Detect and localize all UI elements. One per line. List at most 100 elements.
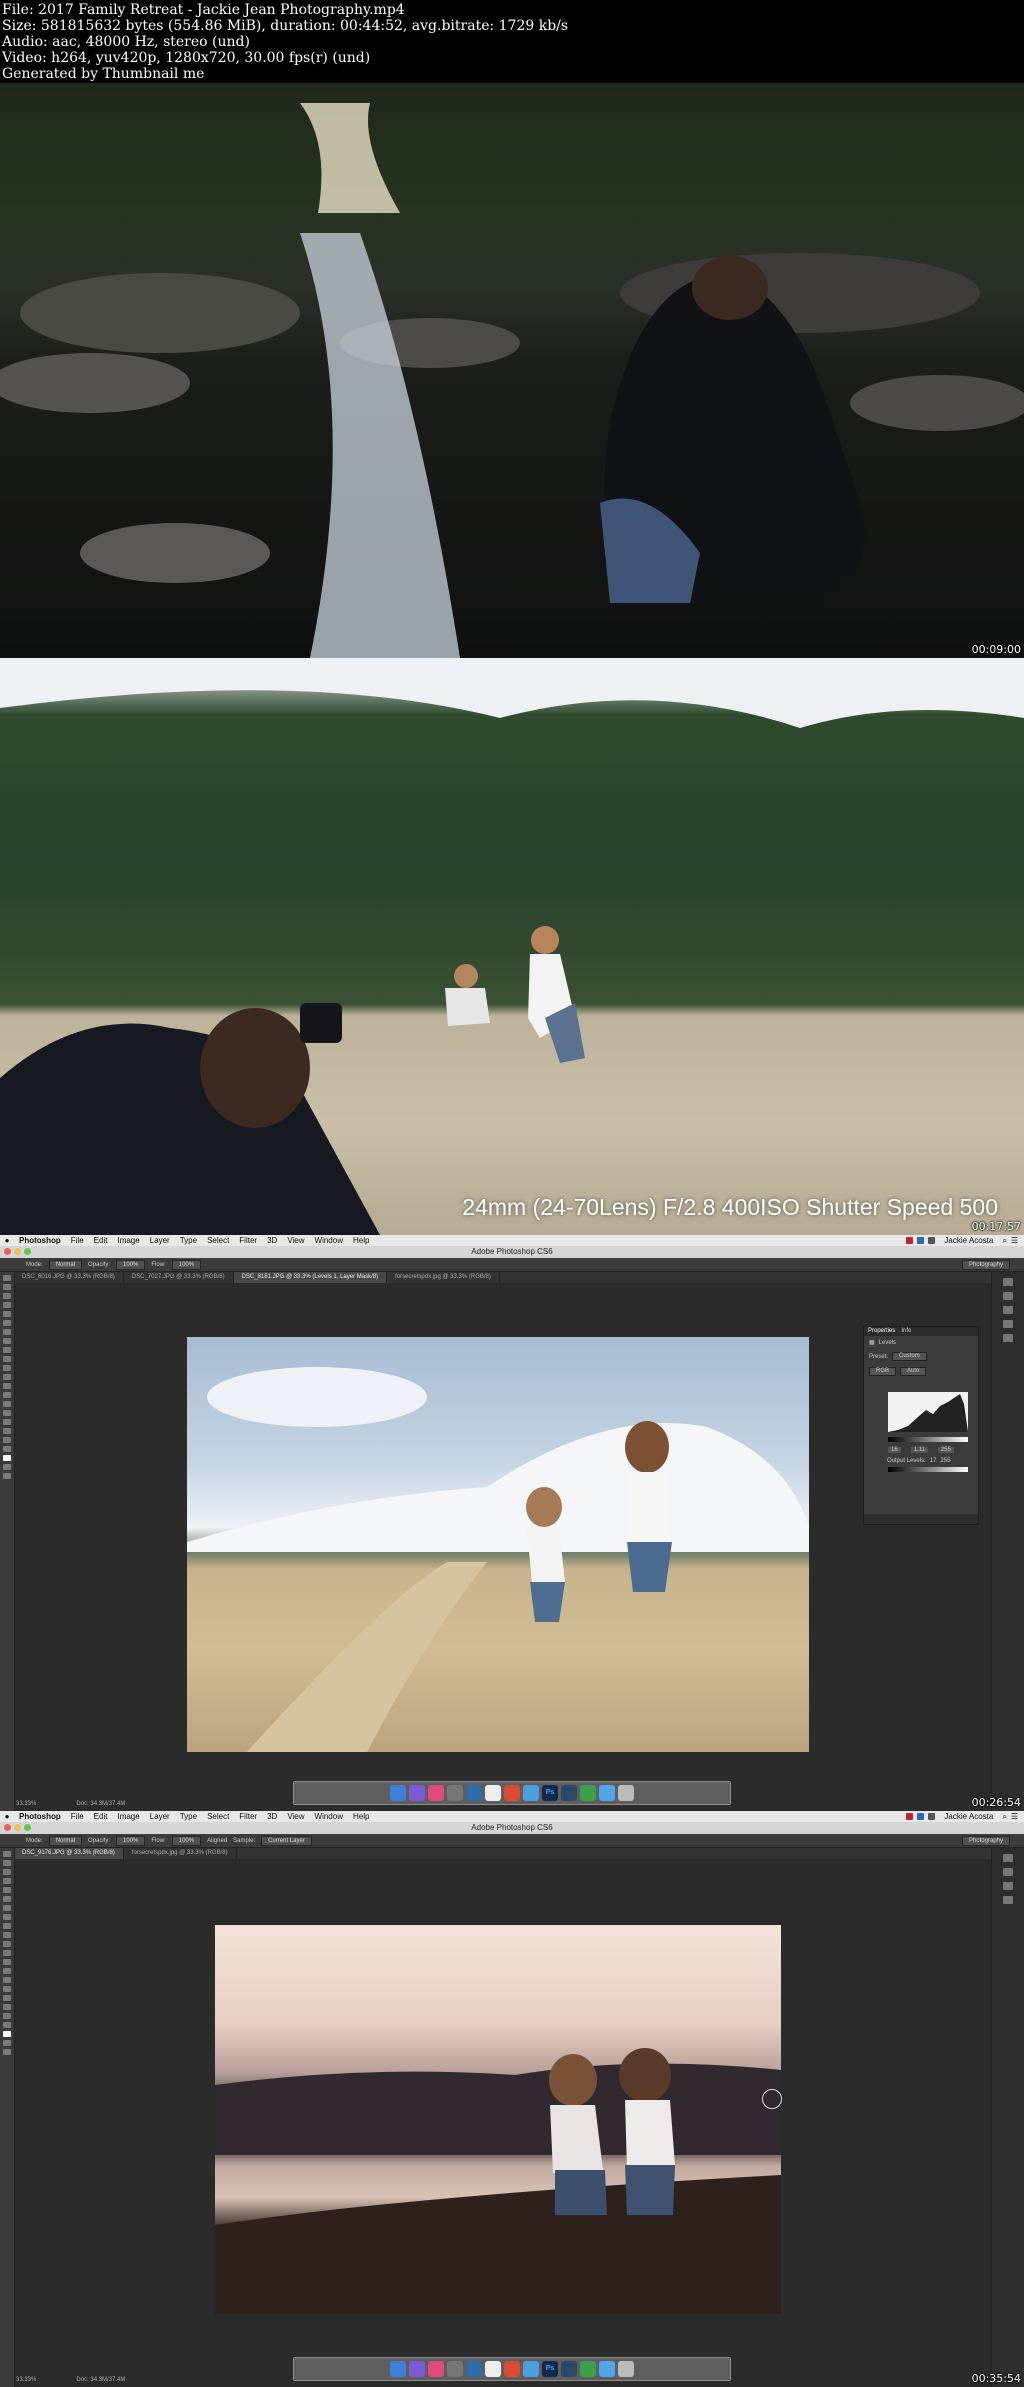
- crop-tool-icon[interactable]: [3, 1311, 11, 1317]
- trash-icon[interactable]: [618, 2361, 634, 2377]
- menu-edit[interactable]: Edit: [89, 1235, 113, 1246]
- marquee-tool-icon[interactable]: [3, 1284, 11, 1290]
- preset-select[interactable]: Custom: [892, 1352, 927, 1361]
- gradient-tool-icon[interactable]: [3, 1950, 11, 1956]
- menu-file[interactable]: File: [66, 1235, 89, 1246]
- opacity-field[interactable]: 100%: [116, 1835, 146, 1846]
- crop-tool-icon[interactable]: [3, 1887, 11, 1893]
- history-panel-icon[interactable]: [1003, 1278, 1013, 1286]
- status-icon[interactable]: [906, 1237, 914, 1244]
- foreground-color-swatch[interactable]: [3, 2031, 11, 2037]
- status-icon[interactable]: [917, 1813, 925, 1820]
- apple-icon[interactable]: ●: [0, 1811, 14, 1822]
- mode-select[interactable]: Normal: [48, 1259, 83, 1270]
- zoom-tool-icon[interactable]: [3, 1446, 11, 1452]
- camtasia-icon[interactable]: [580, 2361, 596, 2377]
- close-icon[interactable]: [4, 1824, 11, 1831]
- finder-icon[interactable]: [390, 2361, 406, 2377]
- output-white-field[interactable]: 255: [940, 1458, 950, 1464]
- quick-mask-icon[interactable]: [3, 2040, 11, 2046]
- dodge-tool-icon[interactable]: [3, 1392, 11, 1398]
- document-canvas[interactable]: [187, 1337, 809, 1752]
- menu-file[interactable]: File: [66, 1811, 89, 1822]
- channels-panel-icon[interactable]: [1003, 1320, 1013, 1328]
- menu-3d[interactable]: 3D: [262, 1811, 282, 1822]
- chrome-icon[interactable]: [504, 1785, 520, 1801]
- channel-select[interactable]: RGB: [869, 1367, 897, 1376]
- shape-tool-icon[interactable]: [3, 2004, 11, 2010]
- pen-tool-icon[interactable]: [3, 1401, 11, 1407]
- opacity-field[interactable]: 100%: [116, 1259, 146, 1270]
- zoom-tool-icon[interactable]: [3, 2022, 11, 2028]
- levels-histogram[interactable]: [888, 1392, 968, 1432]
- healing-tool-icon[interactable]: [3, 1905, 11, 1911]
- brush-tool-icon[interactable]: [3, 1338, 11, 1344]
- menu-window[interactable]: Window: [310, 1811, 348, 1822]
- itunes-icon[interactable]: [428, 1785, 444, 1801]
- zoom-level[interactable]: 33.33%: [16, 2377, 36, 2383]
- finder-icon[interactable]: [390, 1785, 406, 1801]
- menu-layer[interactable]: Layer: [145, 1235, 175, 1246]
- doc-tab-active[interactable]: DSC_8181.JPG @ 33.3% (Levels 1, Layer Ma…: [233, 1272, 388, 1283]
- move-tool-icon[interactable]: [3, 1851, 11, 1857]
- path-select-tool-icon[interactable]: [3, 1419, 11, 1425]
- channels-panel-icon[interactable]: [1003, 1896, 1013, 1904]
- menu-user[interactable]: Jackie Acosta: [939, 1811, 998, 1822]
- minimize-icon[interactable]: [14, 1248, 21, 1255]
- menu-help[interactable]: Help: [348, 1811, 374, 1822]
- doc-tab[interactable]: forsecretspdx.jpg @ 33.3% (RGB/8): [124, 1848, 237, 1859]
- menu-layer[interactable]: Layer: [145, 1811, 175, 1822]
- menu-user[interactable]: Jackie Acosta: [939, 1235, 998, 1246]
- menu-filter[interactable]: Filter: [234, 1811, 262, 1822]
- screen-mode-icon[interactable]: [3, 1473, 11, 1479]
- calendar-icon[interactable]: [485, 2361, 501, 2377]
- zoom-level[interactable]: 33.33%: [16, 1801, 36, 1807]
- doc-tab[interactable]: DSC_8016.JPG @ 33.3% (RGB/8): [14, 1272, 124, 1283]
- brush-tool-icon[interactable]: [3, 1914, 11, 1920]
- menu-view[interactable]: View: [282, 1235, 309, 1246]
- apple-icon[interactable]: ●: [0, 1235, 14, 1246]
- menu-image[interactable]: Image: [112, 1811, 144, 1822]
- menu-type[interactable]: Type: [175, 1235, 202, 1246]
- history-brush-tool-icon[interactable]: [3, 1356, 11, 1362]
- aligned-checkbox[interactable]: Aligned: [207, 1838, 227, 1844]
- output-black-field[interactable]: 17: [930, 1458, 937, 1464]
- chrome-icon[interactable]: [504, 2361, 520, 2377]
- foreground-color-swatch[interactable]: [3, 1455, 11, 1461]
- sample-select[interactable]: Current Layer: [261, 1835, 312, 1846]
- history-brush-tool-icon[interactable]: [3, 1932, 11, 1938]
- input-black-field[interactable]: 16: [888, 1447, 901, 1453]
- launchpad-icon[interactable]: [409, 1785, 425, 1801]
- status-icon[interactable]: [906, 1813, 914, 1820]
- menu-type[interactable]: Type: [175, 1811, 202, 1822]
- zoom-icon[interactable]: [24, 1248, 31, 1255]
- folder-icon[interactable]: [599, 1785, 615, 1801]
- pen-tool-icon[interactable]: [3, 1977, 11, 1983]
- input-gamma-field[interactable]: 1.11: [910, 1447, 928, 1453]
- menu-app-name[interactable]: Photoshop: [14, 1811, 66, 1822]
- quick-select-tool-icon[interactable]: [3, 1302, 11, 1308]
- layers-panel-icon[interactable]: [1003, 1306, 1013, 1314]
- doc-tab[interactable]: DSC_7027.JPG @ 33.3% (RGB/8): [124, 1272, 234, 1283]
- camtasia-icon[interactable]: [580, 1785, 596, 1801]
- close-icon[interactable]: [4, 1248, 11, 1255]
- menu-help[interactable]: Help: [348, 1235, 374, 1246]
- eraser-tool-icon[interactable]: [3, 1365, 11, 1371]
- menu-select[interactable]: Select: [202, 1235, 234, 1246]
- status-icon[interactable]: [917, 1237, 925, 1244]
- flow-field[interactable]: 100%: [171, 1259, 202, 1270]
- gradient-tool-icon[interactable]: [3, 1374, 11, 1380]
- path-select-tool-icon[interactable]: [3, 1995, 11, 2001]
- screen-mode-icon[interactable]: [3, 2049, 11, 2055]
- auto-button[interactable]: Auto: [900, 1367, 927, 1376]
- blur-tool-icon[interactable]: [3, 1383, 11, 1389]
- move-tool-icon[interactable]: [3, 1275, 11, 1281]
- flow-field[interactable]: 100%: [171, 1835, 202, 1846]
- hand-tool-icon[interactable]: [3, 2013, 11, 2019]
- clone-stamp-tool-icon[interactable]: [3, 1347, 11, 1353]
- photoshop-bridge-icon[interactable]: [466, 1785, 482, 1801]
- properties-tab[interactable]: Properties: [868, 1327, 895, 1336]
- safari-icon[interactable]: [523, 2361, 539, 2377]
- zoom-icon[interactable]: [24, 1824, 31, 1831]
- doc-tab-active[interactable]: DSC_9176.JPG @ 33.3% (RGB/8): [14, 1848, 124, 1859]
